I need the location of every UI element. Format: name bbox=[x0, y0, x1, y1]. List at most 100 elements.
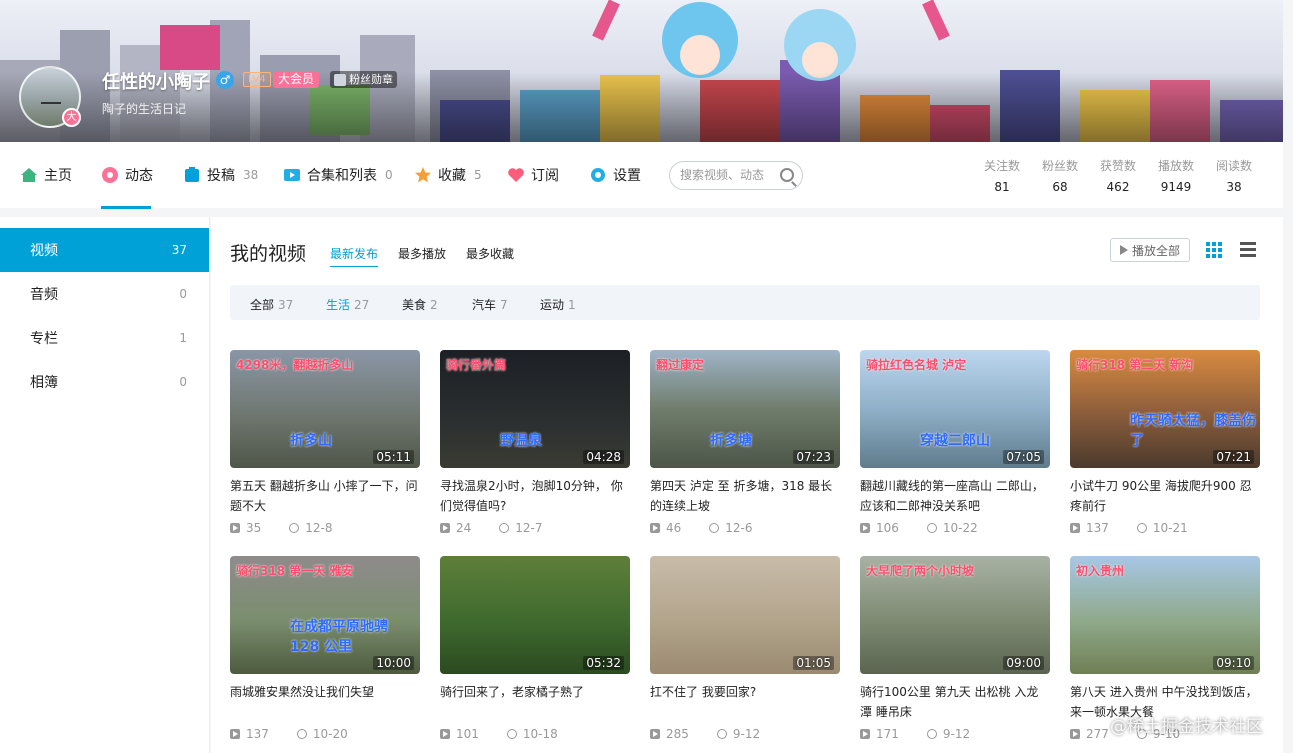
clock-icon bbox=[926, 523, 937, 533]
level-badge[interactable]: LV4 bbox=[243, 72, 271, 87]
video-title[interactable]: 扛不住了 我要回家? bbox=[650, 682, 840, 722]
stat-label: 粉丝数 bbox=[1041, 159, 1078, 173]
thumbnail-subcaption: 昨天骑太猛，膝盖伤了 bbox=[1130, 413, 1256, 449]
play-all-button[interactable]: 播放全部 bbox=[1110, 238, 1190, 262]
video-card[interactable]: 01:05 扛不住了 我要回家? 285 9-12 bbox=[650, 556, 840, 744]
grid-view-icon[interactable] bbox=[1206, 242, 1222, 258]
video-title[interactable]: 第五天 翻越折多山 小摔了一下，问题不大 bbox=[230, 476, 420, 516]
sort-latest[interactable]: 最新发布 bbox=[330, 245, 379, 267]
video-meta: 137 10-20 bbox=[230, 724, 420, 744]
clock-icon bbox=[506, 729, 517, 739]
video-meta: 137 10-21 bbox=[1070, 518, 1260, 538]
video-thumbnail[interactable]: 翻过康定 折多塘 07:23 bbox=[650, 350, 840, 468]
fans-medal-button[interactable]: 粉丝勋章 bbox=[330, 71, 397, 88]
thumbnail-caption: 初入贵州 bbox=[1076, 564, 1125, 578]
video-card[interactable]: 大早爬了两个小时坡 09:00 骑行100公里 第九天 出松桃 入龙潭 睡吊床 171… bbox=[860, 556, 1050, 744]
play-count-icon bbox=[650, 729, 660, 739]
sort-most-favorited[interactable]: 最多收藏 bbox=[466, 245, 514, 262]
sidebar-item-label: 音频 bbox=[30, 287, 58, 303]
nav-home[interactable]: 主页 bbox=[20, 142, 72, 208]
video-title[interactable]: 第四天 泸定 至 折多塘，318 最长的连续上坡 bbox=[650, 476, 840, 516]
play-count: 285 bbox=[666, 727, 689, 741]
filter-car[interactable]: 汽车 7 bbox=[472, 296, 508, 313]
upload-date: 12-8 bbox=[305, 521, 333, 535]
page-gutter bbox=[1283, 0, 1293, 753]
search-icon[interactable] bbox=[780, 168, 794, 182]
nav-subscribe[interactable]: 订阅 bbox=[507, 142, 559, 208]
sidebar-item-count: 37 bbox=[171, 243, 187, 257]
video-thumbnail[interactable]: 骑行318 第二天 新沟昨天骑太猛，膝盖伤了 07:21 bbox=[1070, 350, 1260, 468]
video-card[interactable]: 骑行番外篇 野温泉 04:28 寻找温泉2小时，泡脚10分钟， 你们觉得值吗? 24 12… bbox=[440, 350, 630, 538]
video-card[interactable]: 骑行318 第二天 新沟昨天骑太猛，膝盖伤了 07:21 小试牛刀 90公里 海拔爬… bbox=[1070, 350, 1260, 538]
video-thumbnail[interactable]: 初入贵州 09:10 bbox=[1070, 556, 1260, 674]
list-view-icon[interactable] bbox=[1240, 242, 1256, 258]
video-thumbnail[interactable]: 大早爬了两个小时坡 09:00 bbox=[860, 556, 1050, 674]
nav-label: 投稿 bbox=[207, 168, 235, 184]
upload-date: 9-12 bbox=[732, 727, 761, 741]
nav-count: 38 bbox=[243, 168, 259, 182]
video-thumbnail[interactable]: 01:05 bbox=[650, 556, 840, 674]
video-card[interactable]: 翻过康定 折多塘 07:23 第四天 泸定 至 折多塘，318 最长的连续上坡 46 12… bbox=[650, 350, 840, 538]
thumbnail-subcaption: 野温泉 bbox=[500, 433, 542, 449]
play-count-icon bbox=[230, 523, 240, 533]
video-title[interactable]: 骑行回来了，老家橘子熟了 bbox=[440, 682, 630, 722]
clock-icon bbox=[716, 729, 727, 739]
sidebar-item-video[interactable]: 视频 37 bbox=[0, 228, 209, 272]
video-duration: 05:32 bbox=[583, 656, 624, 670]
video-meta: 285 9-12 bbox=[650, 724, 840, 744]
stat-plays: 播放数 9149 bbox=[1150, 157, 1202, 194]
nav-dynamic[interactable]: 动态 bbox=[101, 142, 153, 208]
vip-badge[interactable]: 大会员 bbox=[273, 71, 320, 88]
watermark: @稀土掘金技术社区 bbox=[1110, 717, 1263, 737]
video-duration: 07:23 bbox=[793, 450, 834, 464]
video-thumbnail[interactable]: 05:32 bbox=[440, 556, 630, 674]
nav-collection[interactable]: 合集和列表 0 bbox=[283, 142, 393, 208]
thumbnail-subcaption: 折多山 bbox=[290, 433, 332, 449]
video-title[interactable]: 小试牛刀 90公里 海拔爬升900 忍疼前行 bbox=[1070, 476, 1260, 516]
sidebar-item-article[interactable]: 专栏 1 bbox=[0, 316, 209, 360]
video-title[interactable]: 骑行100公里 第九天 出松桃 入龙潭 睡吊床 bbox=[860, 682, 1050, 722]
video-duration: 04:28 bbox=[583, 450, 624, 464]
stat-label: 关注数 bbox=[983, 159, 1020, 173]
play-count-icon bbox=[230, 729, 240, 739]
sidebar-item-label: 视频 bbox=[30, 243, 58, 259]
video-thumbnail[interactable]: 骑拉红色名城 泸定 穿越二郎山 07:05 bbox=[860, 350, 1050, 468]
sidebar-item-audio[interactable]: 音频 0 bbox=[0, 272, 209, 316]
play-count: 171 bbox=[876, 727, 899, 741]
stat-following[interactable]: 关注数 81 bbox=[976, 157, 1028, 194]
sort-most-played[interactable]: 最多播放 bbox=[398, 245, 446, 262]
video-card[interactable]: 4298米，翻越折多山 折多山 05:11 第五天 翻越折多山 小摔了一下，问题不大 3… bbox=[230, 350, 420, 538]
filter-life[interactable]: 生活 27 bbox=[326, 296, 369, 313]
nav-upload[interactable]: 投稿 38 bbox=[183, 142, 258, 208]
clock-icon bbox=[296, 729, 307, 739]
video-title[interactable]: 翻越川藏线的第一座高山 二郎山，应该和二郎神没关系吧 bbox=[860, 476, 1050, 516]
stat-likes: 获赞数 462 bbox=[1092, 157, 1144, 194]
video-card[interactable]: 05:32 骑行回来了，老家橘子熟了 101 10-18 bbox=[440, 556, 630, 744]
stat-followers[interactable]: 粉丝数 68 bbox=[1034, 157, 1086, 194]
video-card[interactable]: 骑行318 第一天 雅安 在成都平原驰骋 128 公里 10:00 雨城雅安果然没让我… bbox=[230, 556, 420, 744]
nav-settings[interactable]: 设置 bbox=[589, 142, 641, 208]
collection-icon bbox=[284, 169, 300, 181]
user-signature: 陶子的生活日记 bbox=[102, 102, 187, 116]
thumbnail-caption: 骑行318 第二天 新沟 bbox=[1076, 358, 1194, 372]
nav-label: 动态 bbox=[125, 168, 153, 184]
upload-date: 12-6 bbox=[725, 521, 753, 535]
thumbnail-subcaption: 在成都平原驰骋 128 公里 bbox=[290, 619, 388, 655]
video-title[interactable]: 寻找温泉2小时，泡脚10分钟， 你们觉得值吗? bbox=[440, 476, 630, 516]
filter-count: 2 bbox=[430, 298, 438, 312]
thumbnail-caption: 4298米，翻越折多山 bbox=[236, 358, 354, 372]
filter-sports[interactable]: 运动 1 bbox=[540, 296, 576, 313]
nav-favorites[interactable]: 收藏 5 bbox=[414, 142, 482, 208]
video-thumbnail[interactable]: 骑行番外篇 野温泉 04:28 bbox=[440, 350, 630, 468]
video-duration: 07:05 bbox=[1003, 450, 1044, 464]
sidebar-item-album[interactable]: 相簿 0 bbox=[0, 360, 209, 404]
video-thumbnail[interactable]: 骑行318 第一天 雅安 在成都平原驰骋 128 公里 10:00 bbox=[230, 556, 420, 674]
filter-food[interactable]: 美食 2 bbox=[402, 296, 438, 313]
video-card[interactable]: 骑拉红色名城 泸定 穿越二郎山 07:05 翻越川藏线的第一座高山 二郎山，应该和二郎… bbox=[860, 350, 1050, 538]
video-title[interactable]: 雨城雅安果然没让我们失望 bbox=[230, 682, 420, 722]
stat-value: 462 bbox=[1106, 180, 1130, 194]
video-duration: 07:21 bbox=[1213, 450, 1254, 464]
filter-all[interactable]: 全部 37 bbox=[250, 296, 293, 313]
video-thumbnail[interactable]: 4298米，翻越折多山 折多山 05:11 bbox=[230, 350, 420, 468]
search-input[interactable]: 搜索视频、动态 bbox=[669, 161, 803, 190]
